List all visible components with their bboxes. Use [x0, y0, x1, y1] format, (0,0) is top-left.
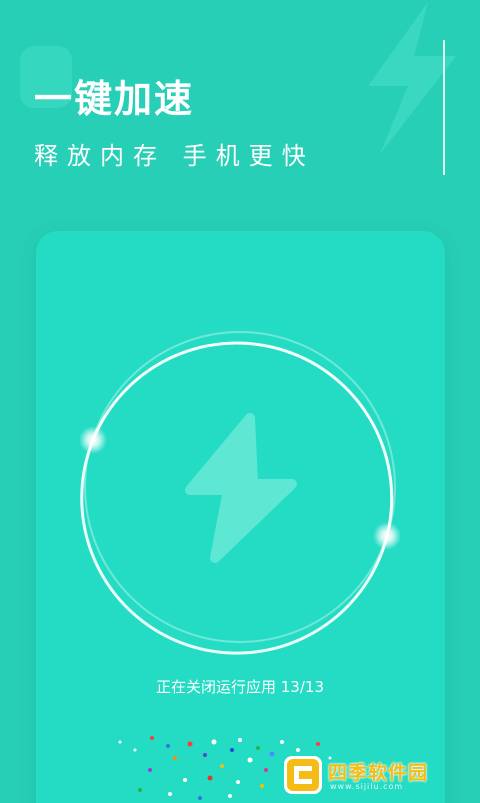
watermark-url: www.sijilu.com — [330, 782, 404, 791]
ring-glow-dot — [373, 522, 401, 550]
ring-glow-dot — [79, 426, 107, 454]
lightning-bolt-icon — [185, 413, 297, 563]
watermark-logo-icon — [284, 756, 322, 794]
watermark-text: 四季软件园 — [328, 762, 429, 784]
boost-status-text: 正在关闭运行应用 13/13 — [156, 678, 324, 696]
boost-screen: 一键加速 释放内存 手机更快 正在关闭运行应用 13/13 四季软件园 www.… — [0, 0, 480, 803]
watermark: 四季软件园 www.sijilu.com — [282, 752, 474, 798]
